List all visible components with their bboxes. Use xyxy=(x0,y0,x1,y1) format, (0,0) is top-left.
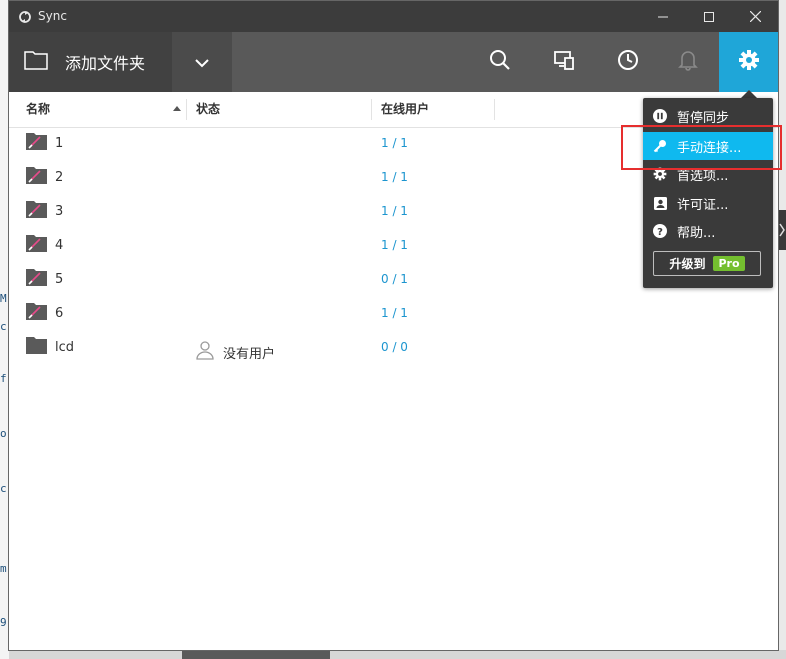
devices-button[interactable] xyxy=(534,32,594,92)
window-title: Sync xyxy=(38,9,67,23)
minimize-button[interactable] xyxy=(640,1,686,32)
column-header-online-users[interactable]: 在线用户 xyxy=(381,92,429,127)
menu-item-label: 许可证... xyxy=(677,197,729,213)
add-folder-button[interactable]: 添加文件夹 xyxy=(9,32,172,92)
add-folder-label: 添加文件夹 xyxy=(65,54,146,73)
bell-icon xyxy=(678,49,698,75)
folder-name: 1 xyxy=(55,136,64,151)
toolbar: 添加文件夹 xyxy=(9,32,778,92)
background-chevron-right-icon xyxy=(779,210,786,250)
sync-logo-icon xyxy=(18,9,32,23)
folder-peers: 1 / 1 xyxy=(381,136,408,150)
background-text-fragment: M xyxy=(0,292,7,305)
history-button[interactable] xyxy=(598,32,658,92)
pro-badge: Pro xyxy=(713,256,745,271)
background-dark-strip xyxy=(182,651,330,659)
folder-out-of-sync-icon xyxy=(26,302,48,326)
settings-button[interactable] xyxy=(719,32,778,92)
user-icon xyxy=(195,340,215,364)
folder-peers: 1 / 1 xyxy=(381,170,408,184)
folder-peers: 1 / 1 xyxy=(381,204,408,218)
background-text-fragment: 9 xyxy=(0,616,7,629)
column-divider[interactable] xyxy=(371,99,372,120)
folder-name: 4 xyxy=(55,238,64,253)
sort-ascending-icon xyxy=(173,106,181,111)
background-text-fragment: f xyxy=(0,372,7,385)
column-divider[interactable] xyxy=(186,99,187,120)
folder-row[interactable]: lcd 没有用户 0 / 0 xyxy=(9,331,778,365)
maximize-button[interactable] xyxy=(686,1,732,32)
folder-icon xyxy=(26,336,48,360)
folder-peers: 1 / 1 xyxy=(381,238,408,252)
column-divider[interactable] xyxy=(494,99,495,120)
clock-icon xyxy=(617,49,639,75)
folder-outline-icon xyxy=(24,50,48,74)
folder-name: 3 xyxy=(55,204,64,219)
add-folder-dropdown-button[interactable] xyxy=(172,32,232,92)
folder-name: 6 xyxy=(55,306,64,321)
folder-name: lcd xyxy=(55,340,75,355)
close-button[interactable] xyxy=(732,1,778,32)
column-header-name[interactable]: 名称 xyxy=(26,92,50,127)
background-text-fragment: m xyxy=(0,562,7,575)
folder-peers: 0 / 0 xyxy=(381,340,408,354)
folder-out-of-sync-icon xyxy=(26,200,48,224)
svg-text:?: ? xyxy=(657,227,663,238)
gear-icon xyxy=(738,49,760,75)
help-icon: ? xyxy=(653,224,667,238)
title-bar[interactable]: Sync xyxy=(9,1,778,32)
folder-status: 没有用户 xyxy=(195,340,275,364)
folder-name: 2 xyxy=(55,170,64,185)
pause-icon xyxy=(653,109,667,123)
background-text-fragment: c xyxy=(0,320,7,333)
license-card-icon xyxy=(653,196,667,210)
folder-out-of-sync-icon xyxy=(26,234,48,258)
annotation-highlight-box xyxy=(621,125,782,170)
search-icon xyxy=(489,49,511,75)
search-button[interactable] xyxy=(470,32,530,92)
column-header-status[interactable]: 状态 xyxy=(196,92,220,127)
menu-item-help[interactable]: ? 帮助... xyxy=(643,217,773,245)
menu-item-label: 暂停同步 xyxy=(677,110,730,126)
folder-peers: 1 / 1 xyxy=(381,306,408,320)
devices-icon xyxy=(553,49,575,75)
chevron-down-icon xyxy=(195,53,209,72)
upgrade-to-pro-button[interactable]: 升级到 Pro xyxy=(653,251,761,276)
folder-out-of-sync-icon xyxy=(26,132,48,156)
background-taskbar-strip xyxy=(9,650,786,659)
menu-caret xyxy=(741,90,757,98)
menu-item-license[interactable]: 许可证... xyxy=(643,189,773,217)
folder-row[interactable]: 6 1 / 1 xyxy=(9,297,778,331)
upgrade-label: 升级到 xyxy=(669,257,706,271)
folder-name: 5 xyxy=(55,272,64,287)
menu-item-label: 帮助... xyxy=(677,225,716,241)
background-text-fragment: c xyxy=(0,482,7,495)
folder-peers: 0 / 1 xyxy=(381,272,408,286)
notifications-button[interactable] xyxy=(658,32,718,92)
folder-out-of-sync-icon xyxy=(26,268,48,292)
folder-out-of-sync-icon xyxy=(26,166,48,190)
